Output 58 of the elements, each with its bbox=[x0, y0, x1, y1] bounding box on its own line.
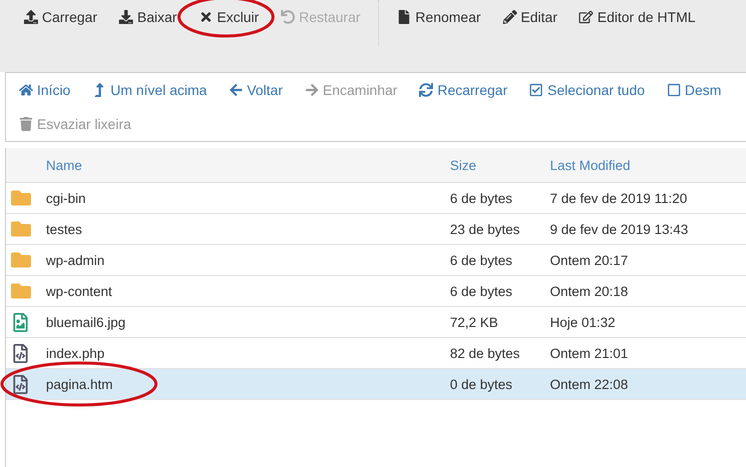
file-name: wp-content bbox=[46, 284, 114, 298]
toolbar-button[interactable]: Carregar bbox=[24, 6, 98, 28]
checkbox-icon bbox=[529, 83, 544, 97]
file-size: 0 de bytes bbox=[450, 376, 514, 392]
toolbar-button[interactable]: Baixar bbox=[119, 6, 177, 28]
file-name: cgi-bin bbox=[46, 190, 87, 206]
file-row[interactable]: pagina.htm 0 de bytes Ontem 22:08 bbox=[6, 369, 746, 400]
modified-date: 9 de fev de 2019 13:43 bbox=[550, 222, 690, 236]
column-header[interactable]: Name bbox=[46, 158, 450, 172]
navigation-link[interactable]: Voltar bbox=[228, 79, 283, 101]
file-size: 6 de bytes bbox=[450, 252, 514, 268]
close-icon bbox=[198, 10, 213, 24]
file-name: index.php bbox=[46, 346, 106, 360]
file-size: 82 de bytes bbox=[450, 346, 521, 360]
trash-icon bbox=[19, 117, 33, 131]
folder-icon bbox=[11, 250, 31, 270]
download-icon bbox=[119, 10, 134, 24]
navigation-link[interactable]: Recarregar bbox=[419, 79, 508, 101]
undo-icon bbox=[280, 10, 295, 24]
navigation-link[interactable]: Início bbox=[19, 79, 70, 101]
folder-icon bbox=[11, 219, 31, 239]
code-file-icon bbox=[11, 344, 30, 362]
arrow-left-icon bbox=[228, 83, 243, 97]
file-size: 72,2 KB bbox=[450, 314, 500, 330]
modified-date: Hoje 01:32 bbox=[550, 314, 616, 330]
modified-date: Ontem 22:08 bbox=[550, 376, 630, 392]
file-size: 23 de bytes bbox=[450, 222, 521, 236]
file-name: pagina.htm bbox=[46, 376, 114, 392]
level-up-icon bbox=[92, 83, 106, 97]
navigation-link[interactable]: Um nível acima bbox=[92, 79, 207, 101]
arrow-right-icon bbox=[304, 83, 319, 97]
pencil-icon bbox=[502, 10, 517, 24]
home-icon bbox=[19, 83, 33, 97]
file-name: wp-admin bbox=[46, 252, 106, 268]
checkbox-icon bbox=[666, 83, 681, 97]
code-file-icon bbox=[11, 374, 30, 394]
folder-icon bbox=[11, 281, 31, 301]
file-name: testes bbox=[46, 222, 84, 236]
column-header[interactable]: Size bbox=[450, 158, 550, 172]
modified-date: Ontem 20:17 bbox=[550, 252, 630, 268]
image-file-icon bbox=[11, 312, 30, 332]
file-name: bluemail6.jpg bbox=[46, 314, 127, 330]
column-header[interactable]: Last Modified bbox=[550, 158, 746, 172]
edit-icon bbox=[579, 10, 594, 24]
modified-date: Ontem 20:18 bbox=[550, 284, 630, 298]
toolbar-button[interactable]: Renomear bbox=[397, 6, 481, 28]
toolbar-button[interactable]: Editar bbox=[502, 6, 558, 28]
folder-icon bbox=[11, 188, 31, 208]
modified-date: 7 de fev de 2019 11:20 bbox=[550, 190, 688, 206]
navigation-link[interactable]: Desm bbox=[666, 79, 722, 101]
modified-date: Ontem 21:01 bbox=[550, 346, 630, 360]
toolbar-button[interactable]: Editor de HTML bbox=[579, 6, 696, 28]
file-size: 6 de bytes bbox=[450, 190, 514, 206]
file-icon bbox=[397, 10, 412, 24]
upload-icon bbox=[24, 10, 38, 24]
navigation-link[interactable]: Selecionar tudo bbox=[529, 79, 645, 101]
file-size: 6 de bytes bbox=[450, 284, 514, 298]
refresh-icon bbox=[419, 83, 434, 97]
